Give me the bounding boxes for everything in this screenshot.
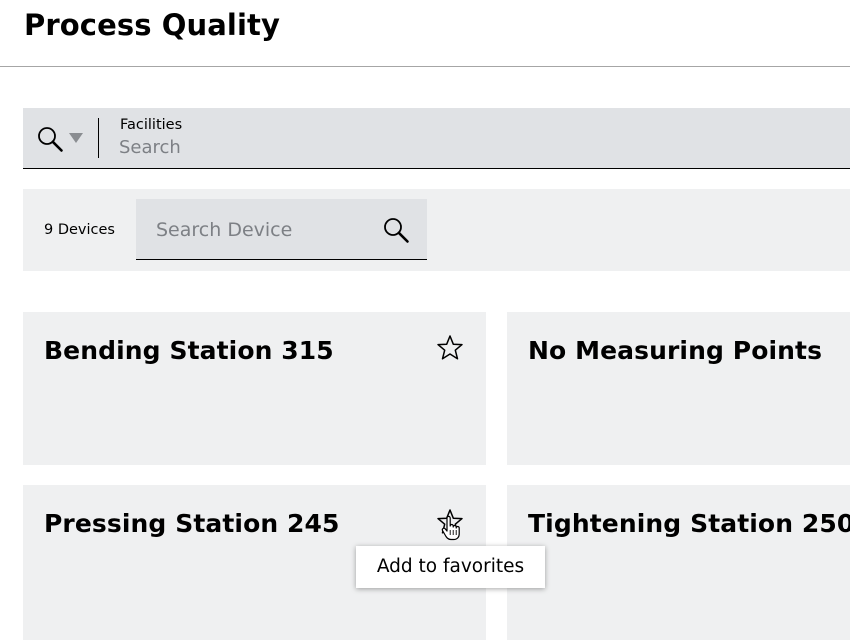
device-count: 9 Devices [44,222,115,238]
device-card-title: Bending Station 315 [44,336,334,365]
title-divider [0,66,850,67]
device-search-input[interactable] [156,217,376,243]
devices-toolbar: 9 Devices [23,189,850,271]
search-icon[interactable] [382,216,410,244]
hand-cursor-icon [441,515,460,541]
process-quality-page: Process Quality Facilities 9 Devices Ben… [0,0,850,640]
facilities-search-input[interactable] [119,135,419,159]
facilities-filter: Facilities [23,108,850,169]
caret-down-icon[interactable] [69,133,83,143]
page-title: Process Quality [24,8,280,42]
device-card-title: No Measuring Points [528,336,823,365]
facilities-label: Facilities [120,117,183,133]
device-card-title: Pressing Station 245 [44,509,340,538]
device-card[interactable]: Bending Station 315 [23,312,486,465]
device-card-title: Tightening Station 250 [528,509,850,538]
filter-separator [98,118,99,158]
favorites-tooltip: Add to favorites [356,546,545,588]
star-outline-icon[interactable] [436,334,464,362]
device-card[interactable]: No Measuring Points [507,312,850,465]
search-icon[interactable] [36,125,64,153]
device-search-field [136,199,427,260]
device-card[interactable]: Tightening Station 250 [507,485,850,640]
